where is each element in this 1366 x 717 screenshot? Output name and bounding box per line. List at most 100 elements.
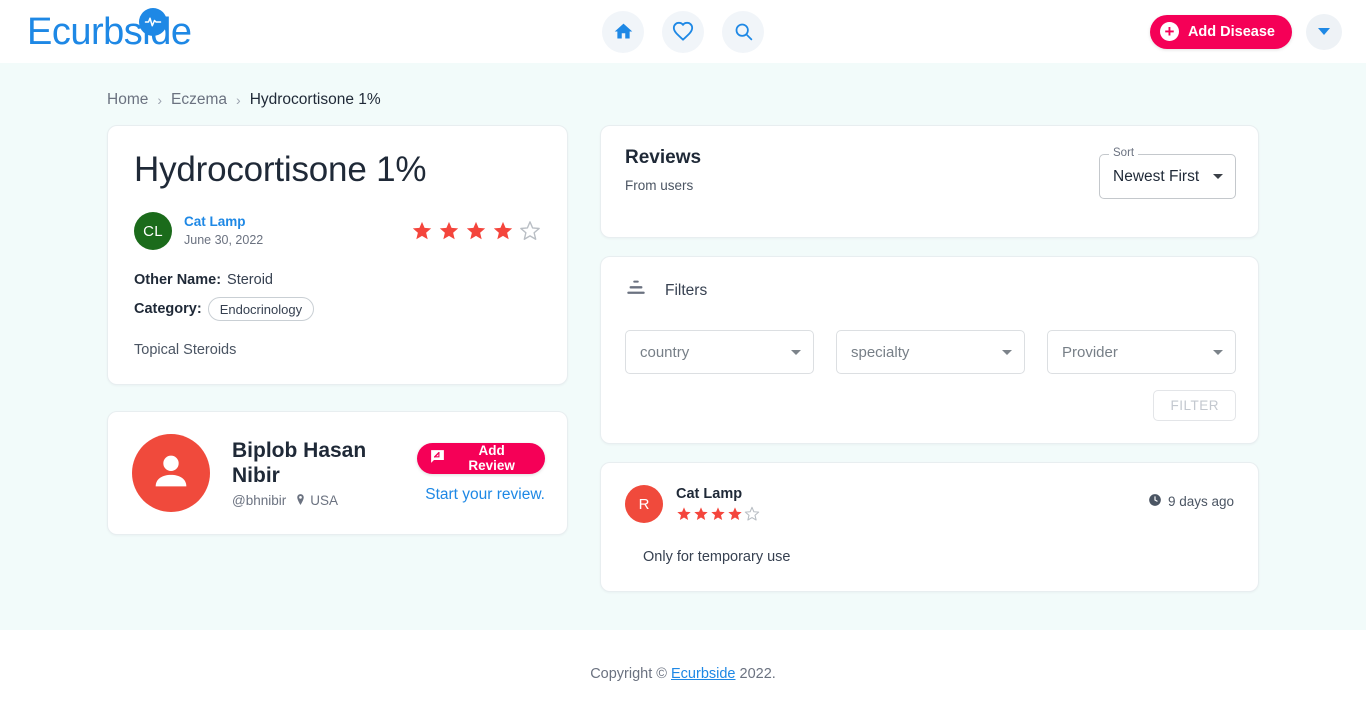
reviews-title: Reviews: [625, 147, 702, 168]
profile-sub: @bhnibir USA: [232, 493, 417, 509]
product-description: Topical Steroids: [134, 342, 237, 359]
header-nav: [602, 10, 764, 53]
star-icon-filled: [710, 506, 726, 527]
star-icon-empty: [519, 220, 541, 242]
chevron-down-icon: [791, 349, 801, 355]
product-author-row: CL Cat Lamp June 30, 2022: [134, 212, 541, 251]
breadcrumb-item-current: Hydrocortisone 1%: [249, 90, 381, 108]
profile-location: USA: [294, 493, 338, 509]
specialty-filter-select[interactable]: specialty: [836, 330, 1025, 374]
reviews-subtitle: From users: [625, 177, 694, 193]
avatar: CL: [134, 212, 172, 251]
breadcrumb-item-home[interactable]: Home: [107, 91, 148, 109]
provider-filter-select[interactable]: Provider: [1047, 330, 1236, 374]
category-chip[interactable]: Endocrinology: [207, 297, 315, 322]
clock-icon: [1148, 493, 1162, 510]
review-item-card: R Cat Lamp 9 days ago Only for temporary…: [600, 462, 1259, 593]
nav-home-button[interactable]: [602, 10, 644, 53]
review-body-text: Only for temporary use: [643, 549, 791, 566]
filters-label: Filters: [665, 281, 708, 299]
breadcrumb-separator: ›: [236, 91, 241, 108]
page-root: Ecurbside + Add Disease Home › Eczema › …: [0, 0, 1366, 717]
country-filter-select[interactable]: country: [625, 330, 814, 374]
home-icon: [613, 21, 634, 42]
review-timestamp: 9 days ago: [1148, 493, 1234, 510]
review-time-label: 9 days ago: [1167, 494, 1234, 509]
filter-selects-row: country specialty Provider: [625, 330, 1236, 374]
profile-location-label: USA: [310, 493, 338, 509]
author-name-link[interactable]: Cat Lamp: [184, 213, 263, 231]
breadcrumb-item-eczema[interactable]: Eczema: [171, 91, 227, 109]
plus-circle-icon: +: [1159, 22, 1179, 41]
provider-filter-placeholder: Provider: [1062, 343, 1118, 361]
add-review-label: Add Review: [468, 443, 515, 474]
filter-button[interactable]: FILTER: [1153, 390, 1236, 421]
other-name-label: Other Name:: [134, 272, 222, 289]
sort-legend-label: Sort: [1109, 147, 1139, 159]
header-actions: + Add Disease: [1149, 13, 1342, 50]
country-filter-placeholder: country: [640, 343, 690, 361]
sort-selected-value: Newest First: [1113, 167, 1200, 185]
add-disease-button[interactable]: + Add Disease: [1149, 14, 1292, 49]
author-date: June 30, 2022: [184, 232, 264, 247]
add-disease-label: Add Disease: [1187, 23, 1275, 40]
star-icon-filled: [438, 220, 460, 242]
star-icon-filled: [727, 506, 743, 527]
copyright-prefix: Copyright ©: [590, 665, 671, 682]
content-columns: Hydrocortisone 1% CL Cat Lamp June 30, 2…: [107, 108, 1259, 593]
filters-card: Filters country specialty Provider FILTE…: [600, 256, 1259, 444]
profile-actions: Add Review Start your review.: [417, 442, 545, 504]
account-dropdown-button[interactable]: [1306, 13, 1342, 50]
left-column: Hydrocortisone 1% CL Cat Lamp June 30, 2…: [107, 125, 568, 592]
star-icon-filled: [411, 220, 433, 242]
category-row: Category: Endocrinology: [134, 297, 541, 322]
reviews-header-card: Reviews From users Sort Newest First: [600, 125, 1259, 238]
other-name-row: Other Name: Steroid: [134, 272, 541, 288]
review-author-name: Cat Lamp: [676, 486, 743, 502]
app-header: Ecurbside + Add Disease: [0, 0, 1366, 63]
product-rating-stars: [411, 220, 541, 242]
chevron-down-icon: [1213, 174, 1223, 179]
page-title: Hydrocortisone 1%: [134, 150, 427, 189]
avatar: [132, 434, 210, 513]
person-icon: [148, 448, 194, 499]
category-label: Category:: [134, 301, 202, 318]
profile-card: Biplob Hasan Nibir @bhnibir USA Add Revi…: [107, 411, 568, 536]
profile-handle: @bhnibir: [232, 493, 287, 509]
start-your-review-link[interactable]: Start your review.: [425, 486, 545, 504]
author-meta: Cat Lamp June 30, 2022: [184, 213, 263, 249]
pulse-badge-icon: [139, 7, 167, 36]
sort-select[interactable]: Sort Newest First: [1099, 147, 1236, 199]
right-column: Reviews From users Sort Newest First Fil…: [600, 125, 1259, 593]
copyright-text: Copyright © Ecurbside 2022.: [590, 666, 776, 682]
star-icon-filled: [465, 220, 487, 242]
footer-brand-link[interactable]: Ecurbside: [671, 666, 735, 682]
profile-info: Biplob Hasan Nibir @bhnibir USA: [232, 438, 417, 509]
breadcrumb-separator: ›: [157, 91, 163, 108]
heart-icon: [672, 21, 694, 43]
map-pin-icon: [294, 493, 307, 509]
filter-tune-icon: [625, 277, 647, 304]
chevron-down-icon: [1002, 349, 1012, 355]
brand-name: Ecurbside: [27, 10, 192, 53]
other-name-value: Steroid: [227, 272, 273, 289]
brand-logo[interactable]: Ecurbside: [27, 7, 192, 53]
copyright-suffix: 2022.: [735, 665, 776, 682]
product-card: Hydrocortisone 1% CL Cat Lamp June 30, 2…: [107, 125, 568, 386]
chevron-down-icon: [1213, 349, 1223, 355]
star-icon-empty: [744, 506, 760, 527]
star-icon-filled: [492, 220, 514, 242]
star-icon-filled: [693, 506, 709, 527]
app-footer: Copyright © Ecurbside 2022.: [0, 630, 1366, 717]
nav-search-button[interactable]: [722, 10, 764, 53]
filters-header: Filters: [625, 277, 1236, 304]
nav-favorites-button[interactable]: [662, 10, 704, 53]
profile-name: Biplob Hasan Nibir: [232, 438, 367, 487]
star-icon-filled: [676, 506, 692, 527]
review-message-icon: [429, 448, 446, 468]
add-review-button[interactable]: Add Review: [417, 442, 545, 474]
breadcrumb: Home › Eczema › Hydrocortisone 1%: [107, 63, 1259, 108]
avatar: R: [625, 485, 663, 523]
search-icon: [733, 21, 754, 42]
filter-button-row: FILTER: [625, 390, 1236, 421]
